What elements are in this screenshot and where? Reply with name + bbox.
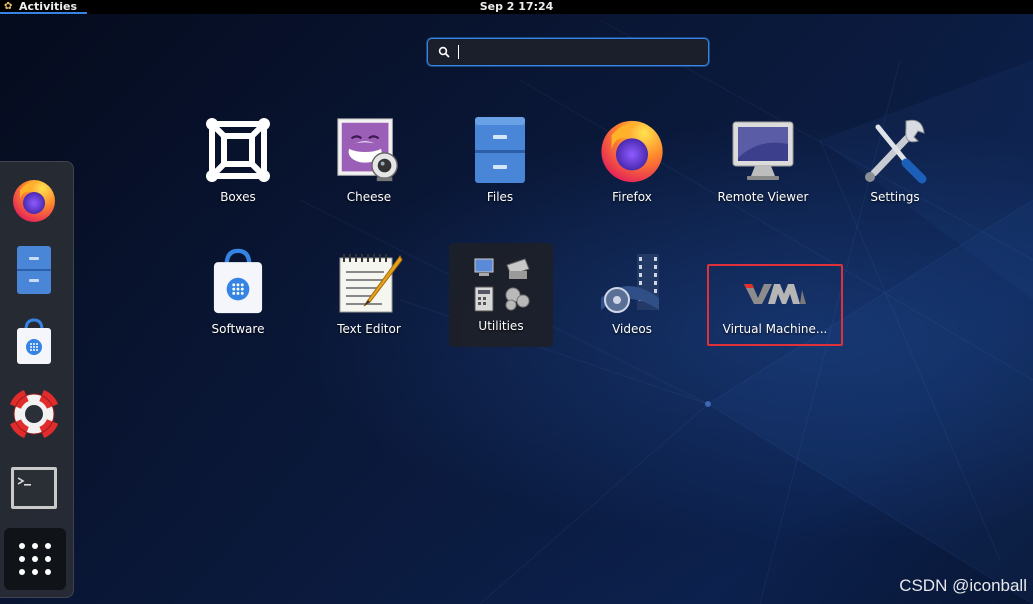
settings-icon xyxy=(865,119,927,184)
app-settings[interactable]: Settings xyxy=(843,112,947,216)
app-label: Boxes xyxy=(220,190,256,204)
app-label: Settings xyxy=(870,190,920,204)
software-icon xyxy=(213,248,263,314)
app-virtual-machine-manager[interactable]: Virtual Machine... xyxy=(707,264,843,346)
files-icon xyxy=(475,117,525,183)
firefox-icon xyxy=(601,120,663,183)
app-videos[interactable]: Videos xyxy=(580,244,684,348)
show-apps-grid-icon xyxy=(19,543,51,575)
app-software[interactable]: Software xyxy=(186,244,290,348)
help-lifebuoy-icon xyxy=(10,390,58,438)
app-label: Utilities xyxy=(478,319,524,333)
dash-item-files[interactable] xyxy=(8,244,60,296)
dash-item-help[interactable] xyxy=(8,388,60,440)
text-cursor xyxy=(458,45,459,59)
dash-item-software[interactable] xyxy=(8,316,60,368)
app-label: Software xyxy=(211,322,265,336)
search-icon xyxy=(438,46,450,58)
app-remote-viewer[interactable]: Remote Viewer xyxy=(711,112,815,216)
app-boxes[interactable]: Boxes xyxy=(186,112,290,216)
dash xyxy=(0,161,74,598)
dash-item-terminal[interactable] xyxy=(8,462,60,514)
app-label: Firefox xyxy=(612,190,652,204)
app-folder-utilities[interactable]: Utilities xyxy=(449,243,553,347)
clock[interactable]: Sep 2 17:24 xyxy=(0,0,1033,13)
show-apps-button[interactable] xyxy=(4,528,66,590)
app-label: Text Editor xyxy=(337,322,401,336)
app-label: Cheese xyxy=(346,190,392,204)
app-files[interactable]: Files xyxy=(448,112,552,216)
software-icon xyxy=(17,318,51,364)
text-editor-icon xyxy=(339,254,403,313)
videos-icon xyxy=(601,254,659,313)
top-bar: ✿ Activities Sep 2 17:24 xyxy=(0,0,1033,14)
utilities-folder-icon xyxy=(474,258,530,312)
app-text-editor[interactable]: Text Editor xyxy=(317,244,421,348)
cheese-icon xyxy=(337,118,398,182)
dash-item-firefox[interactable] xyxy=(8,174,60,226)
app-label: Remote Viewer xyxy=(717,190,809,204)
remote-viewer-icon xyxy=(732,121,794,180)
app-label: Videos xyxy=(612,322,652,336)
firefox-icon xyxy=(13,180,55,222)
search-input[interactable] xyxy=(427,38,709,66)
boxes-icon xyxy=(206,118,270,182)
terminal-icon xyxy=(11,467,57,509)
app-firefox[interactable]: Firefox xyxy=(580,112,684,216)
files-icon xyxy=(17,246,51,294)
watermark-text: CSDN @iconball xyxy=(899,576,1027,595)
app-label: Files xyxy=(486,190,514,204)
virtual-machine-manager-icon xyxy=(744,284,806,304)
app-cheese[interactable]: Cheese xyxy=(317,112,421,216)
app-label: Virtual Machine... xyxy=(722,322,828,336)
